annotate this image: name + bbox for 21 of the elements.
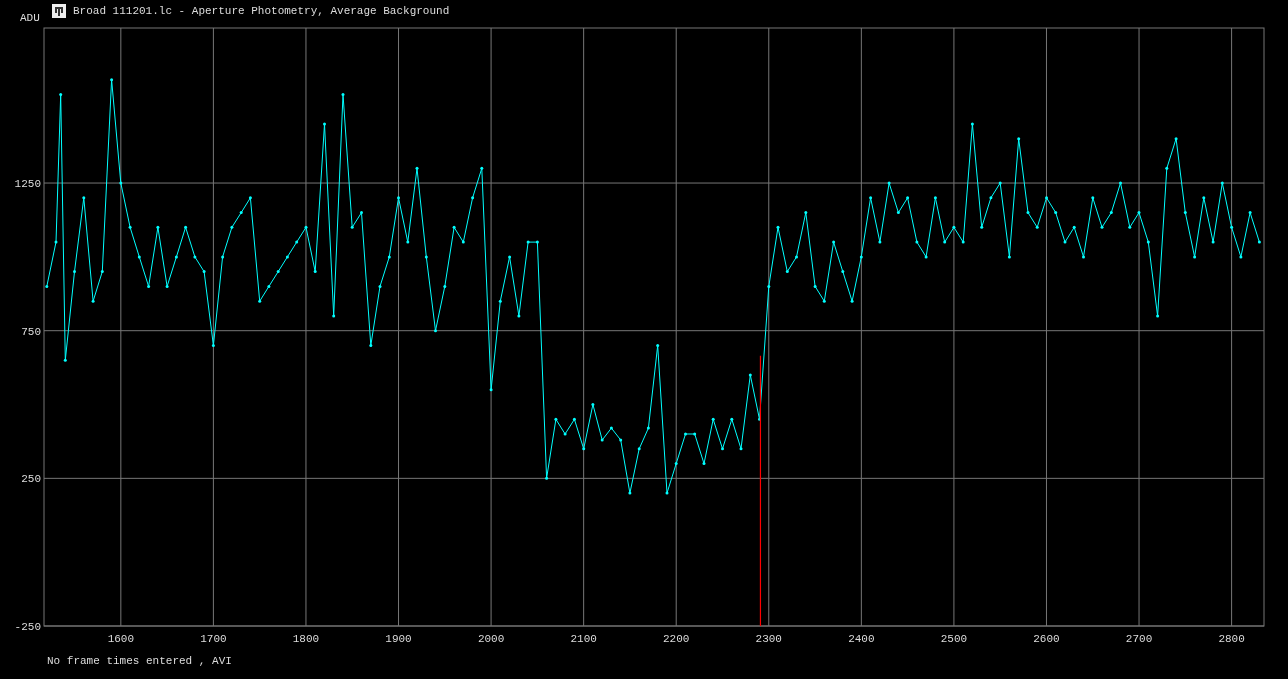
tick-label: 750: [21, 325, 41, 338]
tick-label: 2200: [663, 633, 690, 645]
tick-label: 1900: [385, 633, 412, 645]
tick-label: 2100: [570, 633, 597, 645]
app-icon: [52, 4, 66, 18]
tick-label: 2700: [1125, 633, 1153, 645]
tick-label: 1800: [292, 633, 320, 645]
tick-label: 2600: [1033, 633, 1060, 645]
tick-label: 2500: [940, 633, 968, 645]
tick-label: 2000: [477, 633, 505, 645]
axis-label: ADU: [20, 12, 41, 24]
window-title: Broad 111201.lc - Aperture Photometry, Average Background: [73, 5, 450, 17]
status-text: No frame times entered , AVI: [47, 655, 232, 667]
tick-label: 1700: [200, 633, 227, 645]
tick-label: 250: [21, 473, 41, 486]
tick-label: -250: [14, 621, 41, 633]
tick-label: 2300: [755, 633, 782, 645]
tick-label: 1600: [107, 633, 135, 645]
tick-label: 2400: [848, 633, 875, 645]
tick-label: 1250: [14, 178, 41, 191]
tick-label: 2800: [1218, 633, 1245, 645]
